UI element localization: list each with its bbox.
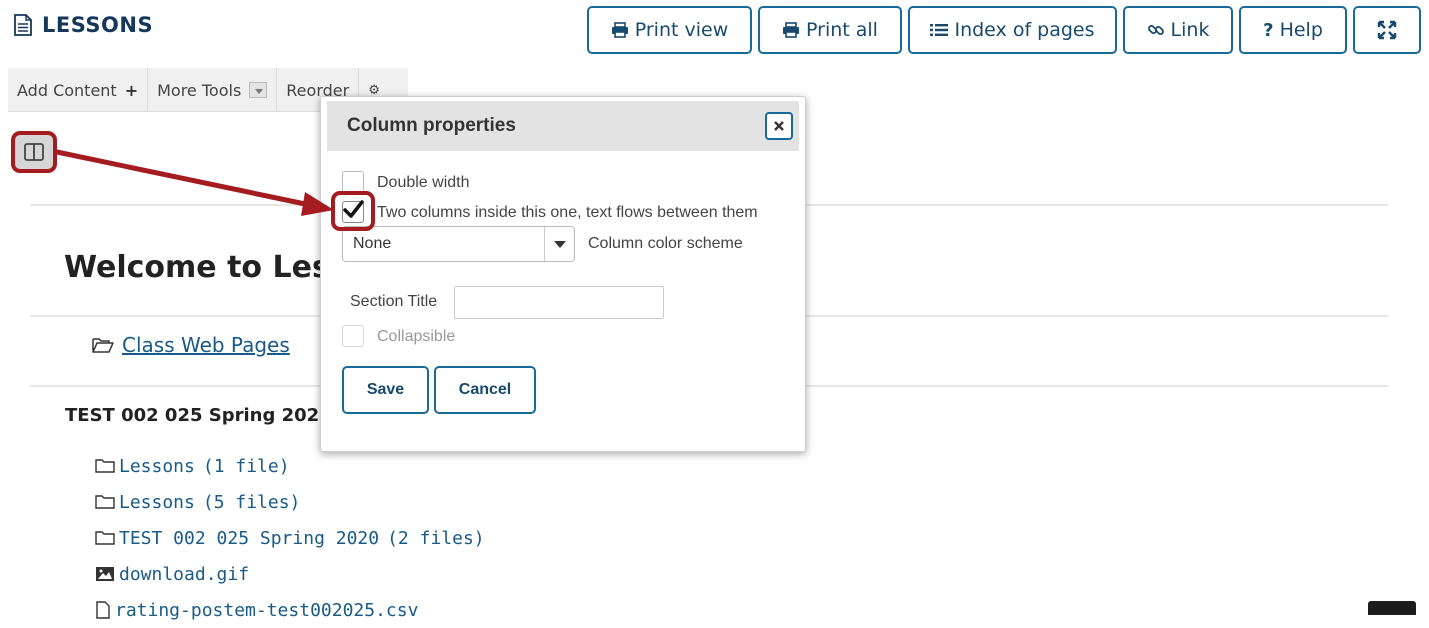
section-title-input[interactable]: [454, 286, 664, 319]
link-button[interactable]: Link: [1123, 6, 1233, 54]
list-item[interactable]: Lessons (5 files): [95, 484, 485, 520]
file-name[interactable]: rating-postem-test002025.csv: [115, 600, 418, 621]
double-width-label: Double width: [377, 174, 470, 191]
printer-icon: [611, 22, 628, 38]
folder-icon: [95, 495, 115, 509]
dialog-header: Column properties: [327, 101, 799, 151]
file-name[interactable]: Lessons: [119, 456, 195, 477]
image-icon: [96, 567, 114, 581]
printer-icon: [783, 22, 800, 38]
print-all-label: Print all: [806, 19, 878, 41]
link-icon: [1147, 25, 1164, 35]
class-web-pages-link[interactable]: Class Web Pages: [122, 333, 290, 357]
help-button[interactable]: ? Help: [1239, 6, 1347, 54]
file-count: (5 files): [202, 491, 301, 513]
close-icon: [774, 121, 784, 131]
column-color-select[interactable]: None: [342, 226, 575, 262]
section-title-label: Section Title: [350, 293, 438, 310]
list-item[interactable]: TEST 002 025 Spring 2020 (2 files): [95, 520, 485, 556]
more-tools-label: More Tools: [157, 80, 242, 100]
print-all-button[interactable]: Print all: [758, 6, 902, 54]
list-item[interactable]: download.gif: [95, 556, 485, 592]
class-web-pages-item: Class Web Pages: [92, 333, 290, 357]
file-name[interactable]: Lessons: [119, 492, 195, 513]
more-tools-menu[interactable]: More Tools: [148, 68, 278, 112]
help-label: Help: [1279, 19, 1323, 41]
scroll-top-button[interactable]: [1368, 601, 1416, 615]
link-label: Link: [1170, 19, 1210, 41]
file-name[interactable]: TEST 002 025 Spring 2020: [119, 528, 379, 549]
save-button[interactable]: Save: [342, 366, 429, 414]
question-icon: ?: [1263, 19, 1274, 41]
add-content-menu[interactable]: Add Content +: [8, 68, 149, 112]
file-count: (2 files): [387, 527, 485, 549]
two-columns-label: Two columns inside this one, text flows …: [377, 204, 758, 221]
section-heading: TEST 002 025 Spring 2020: [65, 405, 332, 426]
expand-button[interactable]: [1353, 6, 1421, 54]
folder-open-icon: [92, 338, 114, 353]
list-icon: [930, 24, 949, 36]
list-item[interactable]: Lessons (1 file): [95, 448, 485, 484]
page-title-text: LESSONS: [42, 13, 154, 37]
columns-icon: [24, 143, 44, 161]
add-content-label: Add Content: [17, 80, 117, 100]
file-name[interactable]: download.gif: [119, 564, 249, 585]
folder-icon: [95, 531, 115, 545]
index-of-pages-button[interactable]: Index of pages: [908, 6, 1117, 54]
close-button[interactable]: [765, 112, 793, 140]
file-count: (1 file): [202, 455, 290, 477]
cancel-button[interactable]: Cancel: [434, 366, 536, 414]
print-view-label: Print view: [634, 19, 729, 41]
column-settings-button[interactable]: [11, 131, 57, 173]
double-width-checkbox[interactable]: [342, 171, 364, 193]
dropdown-icon: [249, 82, 268, 98]
column-color-value: None: [353, 235, 392, 252]
chevron-down-icon: [544, 227, 574, 261]
welcome-heading: Welcome to Less: [64, 250, 348, 285]
checkbox-highlight: [331, 191, 375, 231]
collapsible-label: Collapsible: [377, 328, 456, 345]
index-of-pages-label: Index of pages: [954, 19, 1095, 41]
dialog-title: Column properties: [347, 115, 516, 136]
print-view-button[interactable]: Print view: [587, 6, 752, 54]
file-icon: [96, 601, 110, 619]
folder-icon: [95, 459, 115, 473]
list-item[interactable]: rating-postem-test002025.csv: [95, 592, 485, 628]
document-icon: [14, 14, 32, 36]
file-list: Lessons (1 file) Lessons (5 files) TEST …: [95, 448, 485, 628]
column-color-label: Column color scheme: [588, 235, 743, 252]
expand-icon: [1377, 20, 1397, 40]
plus-icon: +: [124, 80, 139, 100]
collapsible-checkbox[interactable]: [342, 325, 364, 347]
page-title: LESSONS: [14, 12, 153, 38]
